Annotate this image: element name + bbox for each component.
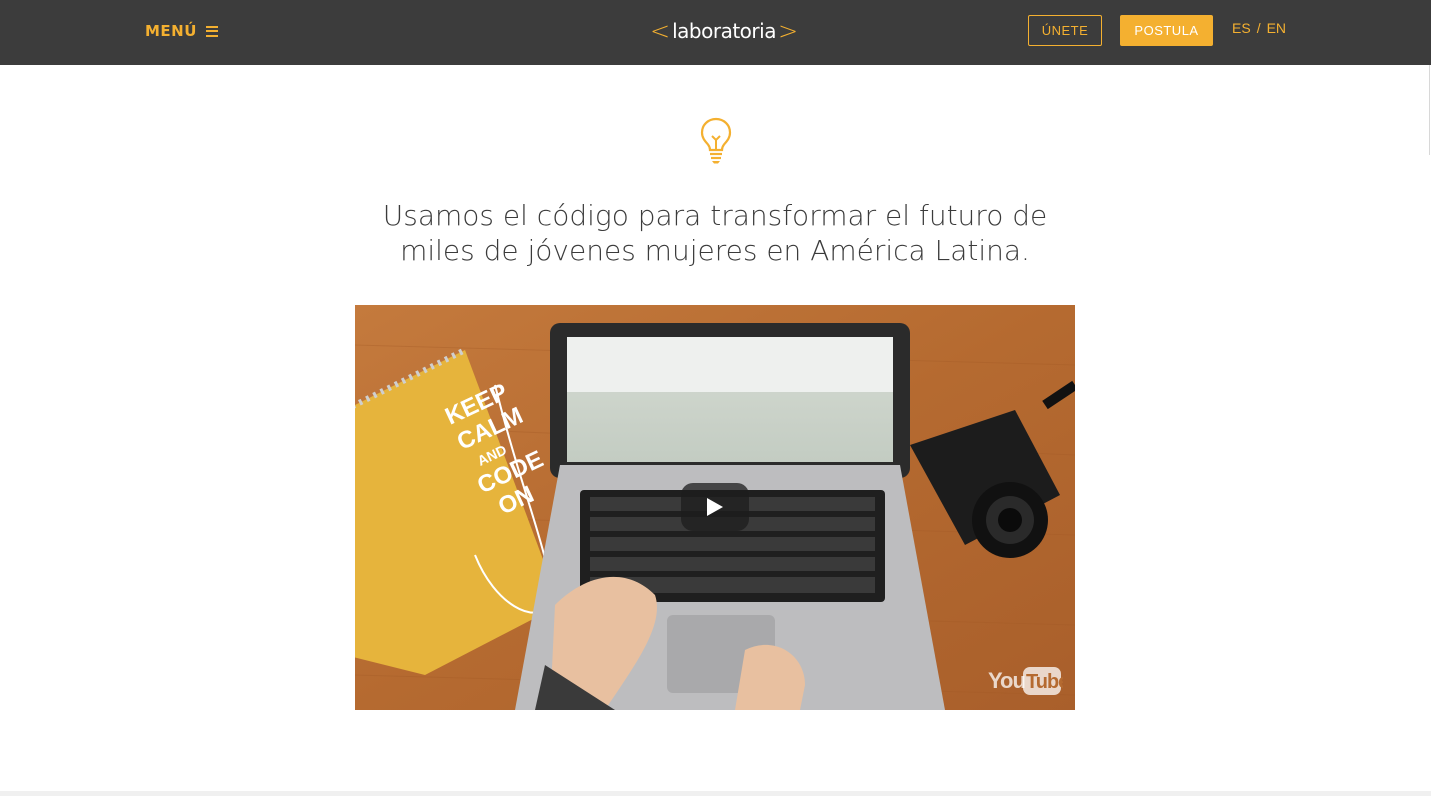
svg-text:Tube: Tube [1026, 671, 1063, 693]
youtube-logo-icon: You Tube [988, 667, 1070, 695]
site-logo[interactable]: < laboratoria > [650, 16, 798, 46]
join-button[interactable]: ÚNETE [1028, 15, 1102, 46]
logo-bracket-close: > [777, 17, 799, 45]
youtube-logo[interactable]: You Tube [987, 664, 1070, 702]
language-separator: / [1256, 20, 1261, 36]
logo-text: laboratoria [672, 19, 776, 43]
site-header: MENÚ < laboratoria > ÚNETE POSTULA ES / … [0, 0, 1431, 65]
language-es-link[interactable]: ES [1232, 20, 1251, 36]
lightbulb-icon [700, 117, 732, 164]
language-en-link[interactable]: EN [1267, 20, 1286, 36]
menu-toggle[interactable]: MENÚ [145, 22, 218, 40]
svg-text:You: You [988, 668, 1025, 693]
logo-bracket-open: < [650, 17, 671, 45]
scrollbar-edge [1429, 65, 1430, 155]
language-switcher: ES / EN [1232, 20, 1286, 36]
section-divider [0, 791, 1431, 796]
apply-button[interactable]: POSTULA [1120, 15, 1213, 46]
page-headline: Usamos el código para transformar el fut… [382, 199, 1048, 267]
menu-label: MENÚ [145, 22, 197, 40]
play-icon [707, 498, 723, 516]
play-button[interactable] [681, 483, 749, 531]
hamburger-icon [205, 25, 218, 37]
